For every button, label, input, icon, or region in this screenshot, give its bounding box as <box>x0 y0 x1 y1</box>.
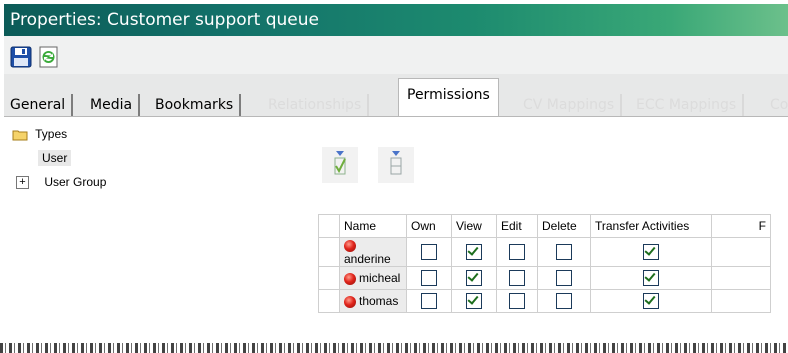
transfer-activities-checkbox[interactable] <box>643 244 659 260</box>
own-checkbox[interactable] <box>421 270 437 286</box>
grant-all-icon[interactable] <box>322 147 358 183</box>
column-header-own: Own <box>406 214 452 238</box>
f-cell <box>711 237 771 267</box>
edit-cell <box>496 237 538 267</box>
column-header-name: Name <box>339 214 407 238</box>
user-status-icon <box>344 239 356 252</box>
user-name: micheal <box>359 271 401 285</box>
table-row: thomas <box>318 289 771 313</box>
edit-cell <box>496 289 538 313</box>
table-row: micheal <box>318 266 771 290</box>
tab-media[interactable]: Media <box>84 94 141 116</box>
view-checkbox[interactable] <box>466 293 482 309</box>
window-title: Properties: Customer support queue <box>10 10 319 30</box>
tab-bookmarks[interactable]: Bookmarks <box>149 94 242 116</box>
f-cell <box>711 289 771 313</box>
delete-checkbox[interactable] <box>556 293 572 309</box>
user-status-icon <box>344 295 356 308</box>
tab-cv-mappings: CV Mappings <box>517 94 623 116</box>
status-cell <box>318 237 340 267</box>
tree-item-user[interactable]: User <box>38 150 72 166</box>
user-name: thomas <box>359 294 399 308</box>
status-cell <box>318 289 340 313</box>
view-cell <box>451 266 497 290</box>
tree-item-user-group-label: User Group <box>44 175 107 189</box>
expand-icon[interactable]: + <box>16 176 29 190</box>
delete-checkbox[interactable] <box>556 244 572 260</box>
own-checkbox[interactable] <box>421 244 437 260</box>
delete-cell <box>537 266 591 290</box>
edit-cell <box>496 266 538 290</box>
delete-cell <box>537 289 591 313</box>
revoke-all-icon[interactable] <box>378 147 414 183</box>
tab-strip: General Media Bookmarks Relationships Pe… <box>4 74 788 118</box>
transfer-cell <box>590 266 712 290</box>
transfer-activities-checkbox[interactable] <box>643 293 659 309</box>
permissions-panel: Types User + User Group Name Own View Ed… <box>4 116 788 351</box>
tree-item-user-group[interactable]: + User Group <box>16 175 107 190</box>
column-header-delete: Delete <box>537 214 591 238</box>
own-checkbox[interactable] <box>421 293 437 309</box>
edit-checkbox[interactable] <box>509 293 525 309</box>
tab-permissions[interactable]: Permissions <box>398 78 499 118</box>
view-cell <box>451 237 497 267</box>
own-cell <box>406 289 452 313</box>
title-bar: Properties: Customer support queue <box>4 4 788 36</box>
refresh-icon[interactable] <box>38 46 60 68</box>
table-header-row: Name Own View Edit Delete Transfer Activ… <box>318 214 771 238</box>
name-cell: micheal <box>339 266 407 290</box>
column-header-transfer-activities: Transfer Activities <box>590 214 712 238</box>
column-header-f: F <box>711 214 771 238</box>
status-cell <box>318 266 340 290</box>
transfer-activities-checkbox[interactable] <box>643 270 659 286</box>
edit-checkbox[interactable] <box>509 270 525 286</box>
tree-root[interactable]: Types <box>12 127 67 141</box>
table-row: anderine <box>318 237 771 267</box>
folder-icon <box>12 130 28 141</box>
tab-relationships: Relationships <box>262 94 370 116</box>
f-cell <box>711 266 771 290</box>
tab-ecc-mappings: ECC Mappings <box>630 94 745 116</box>
tree-root-label: Types <box>35 127 68 141</box>
transfer-cell <box>590 289 712 313</box>
edit-checkbox[interactable] <box>509 244 525 260</box>
save-icon[interactable] <box>10 46 32 68</box>
toolbar <box>4 36 788 74</box>
own-cell <box>406 266 452 290</box>
name-cell: thomas <box>339 289 407 313</box>
tree-item-user-label: User <box>38 150 72 166</box>
own-cell <box>406 237 452 267</box>
delete-checkbox[interactable] <box>556 270 572 286</box>
tab-general[interactable]: General <box>4 94 74 116</box>
permissions-table: Name Own View Edit Delete Transfer Activ… <box>318 214 771 313</box>
render-artifact-strip <box>0 343 788 353</box>
delete-cell <box>537 237 591 267</box>
user-name: anderine <box>344 252 391 266</box>
view-checkbox[interactable] <box>466 270 482 286</box>
transfer-cell <box>590 237 712 267</box>
column-header-view: View <box>451 214 497 238</box>
tab-co: Co <box>770 97 788 113</box>
name-cell: anderine <box>339 237 407 267</box>
view-cell <box>451 289 497 313</box>
user-status-icon <box>344 272 356 285</box>
view-checkbox[interactable] <box>466 244 482 260</box>
column-header-edit: Edit <box>496 214 538 238</box>
column-header-status <box>318 214 340 238</box>
